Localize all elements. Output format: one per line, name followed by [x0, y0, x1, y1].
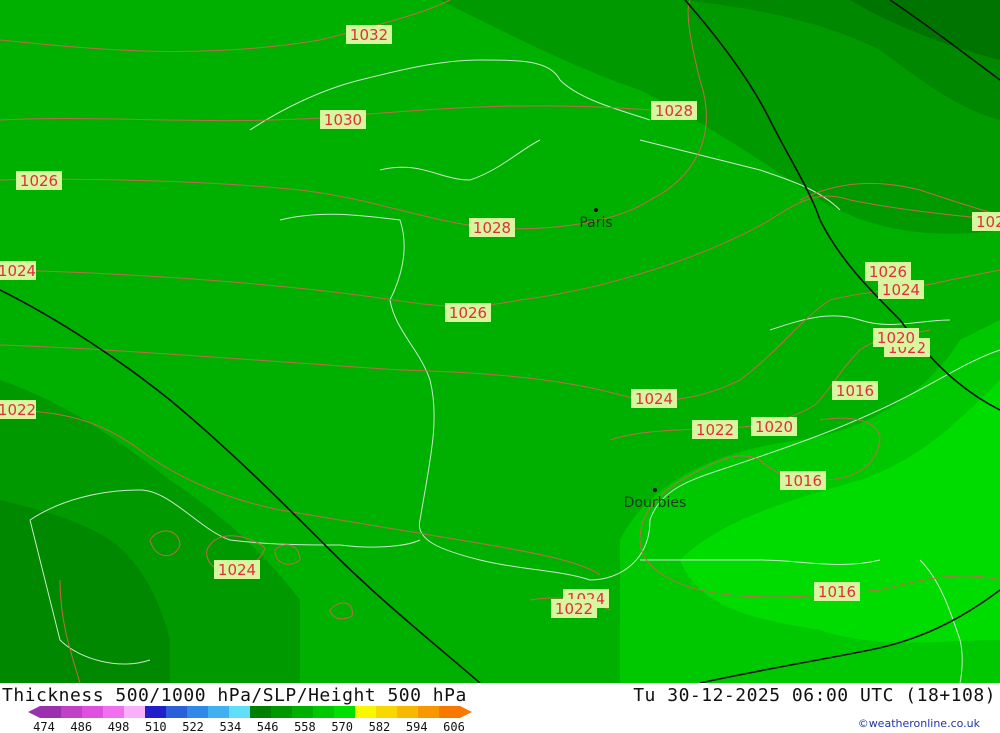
- scale-swatch: [208, 706, 230, 718]
- scale-swatch: [103, 706, 125, 718]
- scale-tick-label: 546: [257, 720, 279, 733]
- scale-tick-label: 486: [70, 720, 92, 733]
- city-label: Paris: [579, 215, 612, 231]
- svg-text:1020: 1020: [755, 418, 793, 436]
- svg-text:1020: 1020: [877, 329, 915, 347]
- isobar-label: 1024: [631, 389, 677, 408]
- svg-text:1016: 1016: [836, 382, 874, 400]
- scale-swatch: [439, 706, 461, 718]
- city-marker: [653, 488, 657, 492]
- scale-swatch: [145, 706, 167, 718]
- svg-text:1024: 1024: [882, 281, 920, 299]
- isobar-label: 1024: [878, 280, 924, 299]
- scale-swatch: [229, 706, 251, 718]
- color-scale-bars: [28, 706, 472, 718]
- scale-tick-label: 606: [443, 720, 465, 733]
- city-marker: [594, 208, 598, 212]
- scale-swatch: [376, 706, 398, 718]
- scale-swatch: [124, 706, 146, 718]
- svg-text:1028: 1028: [473, 219, 511, 237]
- isobar-label: 1026: [445, 303, 491, 322]
- scale-swatch: [355, 706, 377, 718]
- scale-tick-label: 594: [406, 720, 428, 733]
- svg-text:1032: 1032: [350, 26, 388, 44]
- isobar-label: 1016: [832, 381, 878, 400]
- svg-text:1026: 1026: [869, 263, 907, 281]
- isobar-label: 1022: [0, 400, 36, 419]
- valid-time: Tu 30-12-2025 06:00 UTC (18+108): [633, 685, 996, 706]
- svg-text:1022: 1022: [696, 421, 734, 439]
- isobar-label: 1030: [320, 110, 366, 129]
- svg-text:1022: 1022: [0, 401, 36, 419]
- scale-tick-label: 498: [108, 720, 130, 733]
- scale-tick-label: 510: [145, 720, 167, 733]
- scale-swatch: [250, 706, 272, 718]
- scale-arrow-left: [28, 706, 40, 718]
- svg-text:1024: 1024: [0, 262, 36, 280]
- svg-text:1026: 1026: [20, 172, 58, 190]
- scale-tick-label: 570: [331, 720, 353, 733]
- scale-tick-label: 474: [33, 720, 55, 733]
- product-title: Thickness 500/1000 hPa/SLP/Height 500 hP…: [2, 685, 467, 706]
- isobar-label: 1022: [692, 420, 738, 439]
- scale-swatch: [61, 706, 83, 718]
- scale-swatch: [397, 706, 419, 718]
- svg-text:1026: 1026: [449, 304, 487, 322]
- scale-tick-label: 558: [294, 720, 316, 733]
- isobar-label: 1024: [0, 261, 36, 280]
- isobar-label: 1022: [551, 599, 597, 618]
- scale-swatch: [313, 706, 335, 718]
- scale-swatch: [334, 706, 356, 718]
- scale-swatch: [40, 706, 62, 718]
- svg-text:1024: 1024: [218, 561, 256, 579]
- isobar-label: 1028: [469, 218, 515, 237]
- isobar-label: 1016: [814, 582, 860, 601]
- scale-tick-label: 522: [182, 720, 204, 733]
- city-label: Dourbies: [624, 495, 687, 511]
- isobar-label: 1020: [873, 328, 919, 347]
- scale-swatch: [166, 706, 188, 718]
- isobar-label: 1028: [651, 101, 697, 120]
- svg-text:1030: 1030: [324, 111, 362, 129]
- color-scale-legend: 474 486 498 510 522 534 546 558 570 582 594 606: [28, 706, 472, 733]
- scale-swatch: [292, 706, 314, 718]
- svg-text:1016: 1016: [818, 583, 856, 601]
- svg-text:1024: 1024: [635, 390, 673, 408]
- svg-text:102: 102: [976, 213, 1000, 231]
- svg-text:1022: 1022: [555, 600, 593, 618]
- scale-swatch: [418, 706, 440, 718]
- scale-tick-label: 582: [369, 720, 391, 733]
- isobar-label: 1024: [214, 560, 260, 579]
- isobar-label: 1020: [751, 417, 797, 436]
- svg-text:1016: 1016: [784, 472, 822, 490]
- scale-swatch: [271, 706, 293, 718]
- color-scale-ticks: 474 486 498 510 522 534 546 558 570 582 594 606: [33, 720, 465, 733]
- scale-arrow-right: [460, 706, 472, 718]
- weather-map: 1032 1030 1028 1028 1026 1026 1024 1024 …: [0, 0, 1000, 683]
- footer: Thickness 500/1000 hPa/SLP/Height 500 hP…: [0, 683, 1000, 733]
- svg-text:1028: 1028: [655, 102, 693, 120]
- scale-tick-label: 534: [220, 720, 242, 733]
- isobar-label: 1032: [346, 25, 392, 44]
- isobar-label: 1026: [865, 262, 911, 281]
- scale-swatch: [82, 706, 104, 718]
- scale-swatch: [187, 706, 209, 718]
- credit-link[interactable]: ©weatheronline.co.uk: [858, 717, 980, 730]
- isobar-label: 1026: [16, 171, 62, 190]
- isobar-label: 102: [972, 212, 1000, 231]
- isobar-label: 1016: [780, 471, 826, 490]
